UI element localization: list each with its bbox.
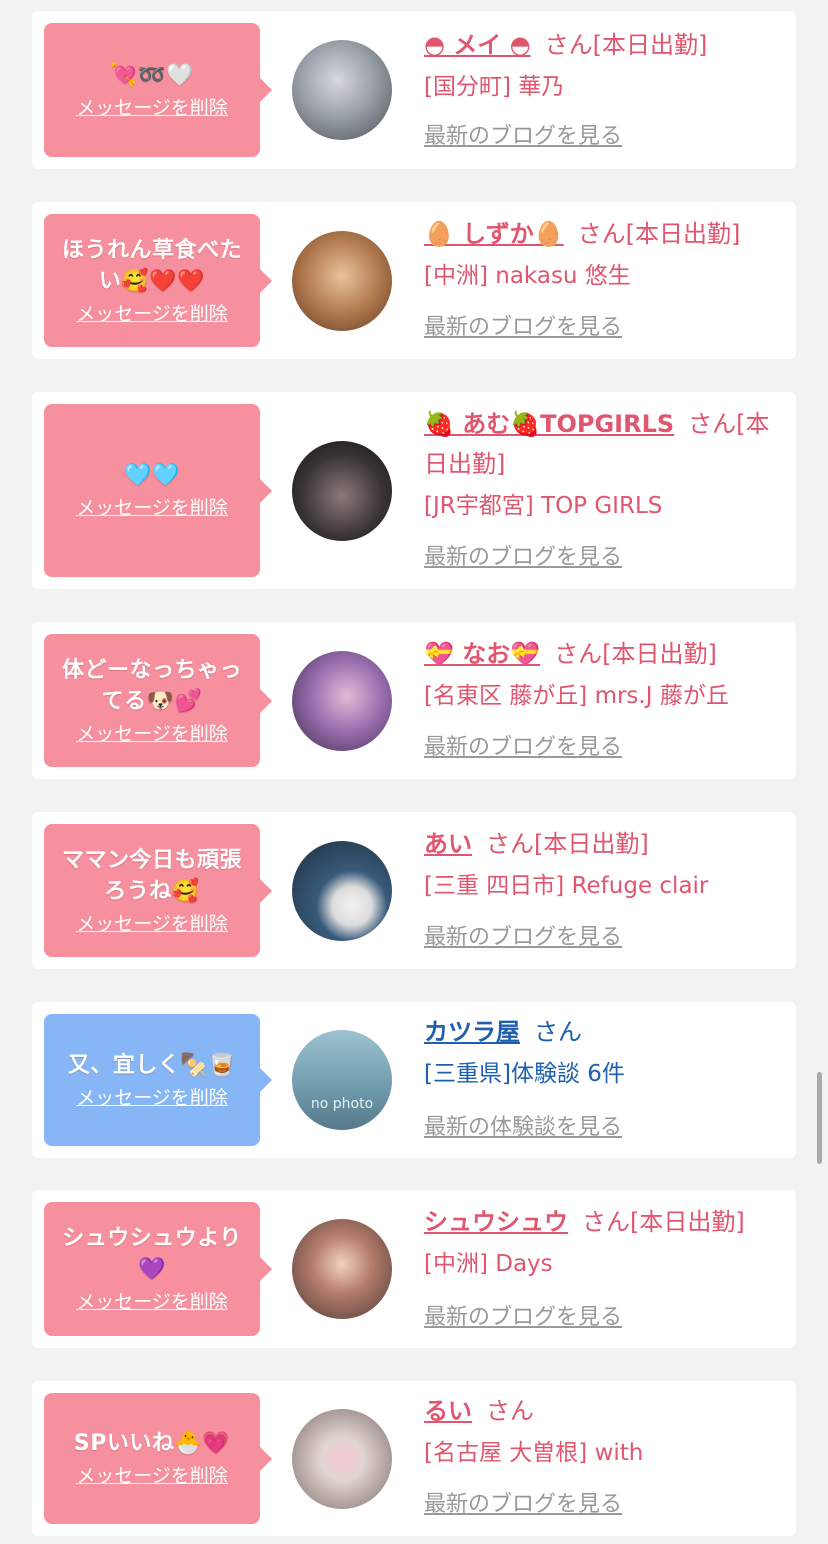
- message-card: 体どーなっちゃってる🐶💕 メッセージを削除 💝 なお💝 さん[本日出勤] [名東区…: [32, 622, 796, 779]
- message-card: 🩵🩵 メッセージを削除 🍓 あむ🍓TOPGIRLS さん[本日出勤] [JR宇都宮…: [32, 392, 796, 589]
- name-line: 🥚 しずか🥚 さん[本日出勤]: [424, 214, 788, 254]
- delete-message-link[interactable]: メッセージを削除: [76, 301, 228, 327]
- store-label: [三重県]体験談 6件: [424, 1061, 625, 1087]
- message-bubble: ほうれん草食べたい🥰❤️❤️ メッセージを削除: [44, 214, 272, 347]
- profile-name-link[interactable]: ◓ メイ ◓: [424, 31, 531, 59]
- message-card: 💘➿🤍 メッセージを削除 ◓ メイ ◓ さん[本日出勤] [国分町] 華乃 最新の…: [32, 11, 796, 169]
- avatar[interactable]: [292, 40, 392, 140]
- message-text: ママン今日も頑張ろうね🥰: [61, 847, 242, 904]
- scrollbar-thumb[interactable]: [817, 1072, 822, 1164]
- avatar[interactable]: [292, 651, 392, 751]
- san-status: さん: [534, 1018, 582, 1046]
- store-label: [中洲] nakasu 悠生: [424, 263, 631, 289]
- profile-info: 🍓 あむ🍓TOPGIRLS さん[本日出勤] [JR宇都宮] TOP GIRLS: [424, 404, 788, 526]
- delete-message-link[interactable]: メッセージを削除: [76, 911, 228, 937]
- message-bubble: シュウシュウより💜 メッセージを削除: [44, 1202, 272, 1336]
- delete-message-link[interactable]: メッセージを削除: [76, 721, 228, 747]
- profile-name-link[interactable]: 🥚 しずか🥚: [424, 220, 564, 248]
- delete-message-link[interactable]: メッセージを削除: [76, 1289, 228, 1315]
- profile-name-link[interactable]: 💝 なお💝: [424, 640, 540, 668]
- name-line: 💝 なお💝 さん[本日出勤]: [424, 634, 788, 674]
- latest-blog-link[interactable]: 最新のブログを見る: [424, 121, 622, 153]
- message-bubble: 🩵🩵 メッセージを削除: [44, 404, 272, 577]
- message-text: ほうれん草食べたい🥰❤️❤️: [61, 237, 242, 294]
- profile-info: 💝 なお💝 さん[本日出勤] [名東区 藤が丘] mrs.J 藤が丘: [424, 634, 788, 716]
- name-line: あい さん[本日出勤]: [424, 824, 788, 864]
- message-text: 又、宜しく🍢🥃: [67, 1052, 237, 1078]
- store-label: [名古屋 大曽根] with: [424, 1440, 644, 1466]
- delete-message-link[interactable]: メッセージを削除: [76, 1463, 228, 1489]
- message-card: ママン今日も頑張ろうね🥰 メッセージを削除 あい さん[本日出勤] [三重 四日市…: [32, 812, 796, 969]
- latest-blog-link[interactable]: 最新のブログを見る: [424, 312, 622, 344]
- latest-blog-link[interactable]: 最新のブログを見る: [424, 732, 622, 764]
- profile-name-link[interactable]: シュウシュウ: [424, 1208, 568, 1236]
- latest-review-link[interactable]: 最新の体験談を見る: [424, 1112, 622, 1144]
- profile-info: 🥚 しずか🥚 さん[本日出勤] [中洲] nakasu 悠生: [424, 214, 788, 296]
- avatar[interactable]: [292, 441, 392, 541]
- san-status: さん[本日出勤]: [544, 31, 708, 59]
- profile-name-link[interactable]: るい: [424, 1397, 472, 1425]
- profile-info: シュウシュウ さん[本日出勤] [中洲] Days: [424, 1202, 788, 1284]
- profile-name-link[interactable]: 🍓 あむ🍓TOPGIRLS: [424, 410, 674, 438]
- message-bubble: 又、宜しく🍢🥃 メッセージを削除: [44, 1014, 272, 1146]
- latest-blog-link[interactable]: 最新のブログを見る: [424, 1302, 622, 1334]
- san-status: さん: [486, 1397, 534, 1425]
- message-card: ほうれん草食べたい🥰❤️❤️ メッセージを削除 🥚 しずか🥚 さん[本日出勤] […: [32, 202, 796, 359]
- message-text: シュウシュウより💜: [62, 1226, 242, 1282]
- store-label: [JR宇都宮] TOP GIRLS: [424, 493, 663, 519]
- message-bubble: 体どーなっちゃってる🐶💕 メッセージを削除: [44, 634, 272, 767]
- san-status: さん[本日出勤]: [554, 640, 717, 668]
- no-photo-caption: no photo: [310, 1096, 374, 1112]
- avatar[interactable]: [292, 1219, 392, 1319]
- san-status: さん[本日出勤]: [486, 830, 649, 858]
- profile-info: ◓ メイ ◓ さん[本日出勤] [国分町] 華乃: [424, 25, 788, 107]
- message-bubble: 💘➿🤍 メッセージを削除: [44, 23, 272, 157]
- latest-blog-link[interactable]: 最新のブログを見る: [424, 922, 622, 954]
- avatar[interactable]: [292, 1409, 392, 1509]
- message-text: SPいいね🐣💗: [73, 1431, 231, 1456]
- message-text: 💘➿🤍: [110, 62, 194, 88]
- delete-message-link[interactable]: メッセージを削除: [76, 495, 228, 521]
- profile-info: あい さん[本日出勤] [三重 四日市] Refuge clair: [424, 824, 788, 906]
- name-line: カツラ屋 さん: [424, 1012, 788, 1052]
- avatar[interactable]: [292, 231, 392, 331]
- latest-blog-link[interactable]: 最新のブログを見る: [424, 1489, 622, 1521]
- message-card: 又、宜しく🍢🥃 メッセージを削除 no photo カツラ屋 さん [三重県]体験…: [32, 1002, 796, 1158]
- profile-name-link[interactable]: あい: [424, 830, 472, 858]
- delete-message-link[interactable]: メッセージを削除: [76, 1085, 228, 1111]
- profile-info: カツラ屋 さん [三重県]体験談 6件: [424, 1012, 788, 1094]
- name-line: ◓ メイ ◓ さん[本日出勤]: [424, 25, 788, 65]
- profile-name-link[interactable]: カツラ屋: [424, 1018, 520, 1046]
- delete-message-link[interactable]: メッセージを削除: [76, 95, 228, 121]
- latest-blog-link[interactable]: 最新のブログを見る: [424, 542, 622, 574]
- san-status: さん[本日出勤]: [577, 220, 741, 248]
- store-label: [中洲] Days: [424, 1251, 553, 1277]
- name-line: 🍓 あむ🍓TOPGIRLS さん[本日出勤]: [424, 404, 788, 484]
- store-label: [名東区 藤が丘] mrs.J 藤が丘: [424, 683, 729, 709]
- profile-info: るい さん [名古屋 大曽根] with: [424, 1391, 788, 1473]
- message-text: 🩵🩵: [124, 463, 180, 488]
- avatar[interactable]: [292, 841, 392, 941]
- message-card: SPいいね🐣💗 メッセージを削除 るい さん [名古屋 大曽根] with 最新の…: [32, 1381, 796, 1536]
- store-label: [国分町] 華乃: [424, 74, 565, 100]
- message-card: シュウシュウより💜 メッセージを削除 シュウシュウ さん[本日出勤] [中洲] D…: [32, 1190, 796, 1348]
- message-bubble: ママン今日も頑張ろうね🥰 メッセージを削除: [44, 824, 272, 957]
- name-line: るい さん: [424, 1391, 788, 1431]
- avatar[interactable]: no photo: [292, 1030, 392, 1130]
- san-status: さん[本日出勤]: [582, 1208, 745, 1236]
- message-bubble: SPいいね🐣💗 メッセージを削除: [44, 1393, 272, 1524]
- message-text: 体どーなっちゃってる🐶💕: [61, 657, 242, 714]
- store-label: [三重 四日市] Refuge clair: [424, 873, 709, 899]
- name-line: シュウシュウ さん[本日出勤]: [424, 1202, 788, 1242]
